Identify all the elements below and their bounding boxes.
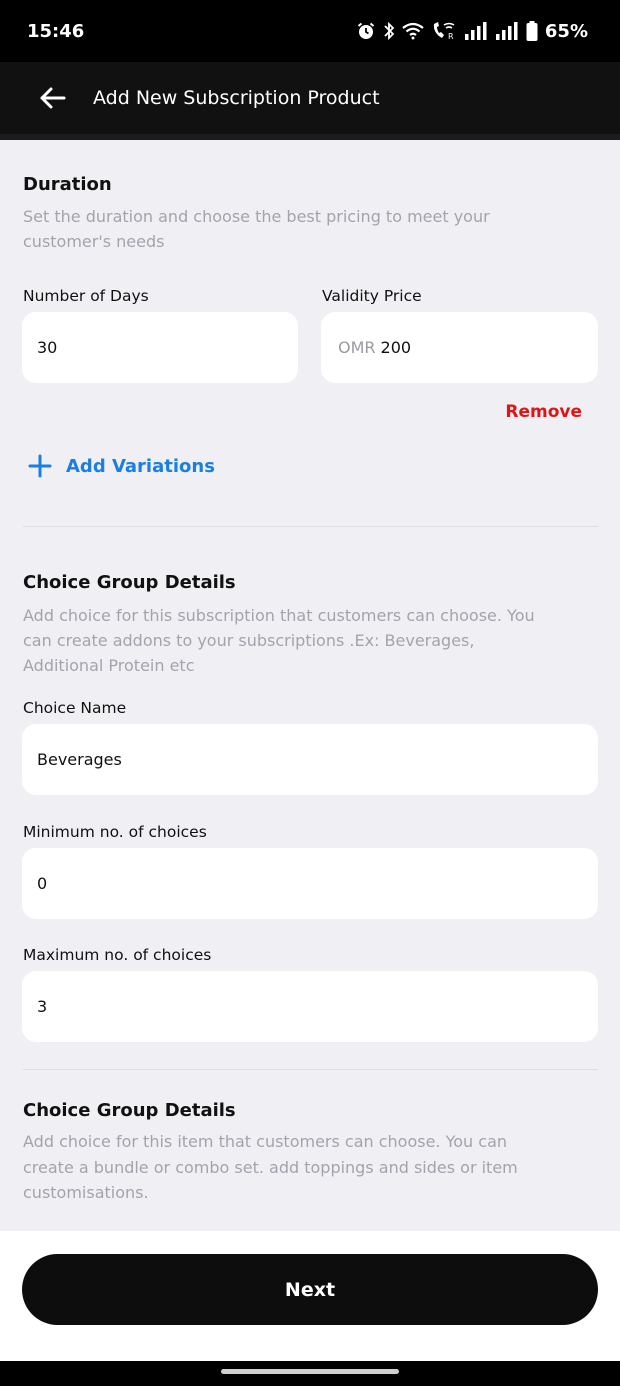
max-choices-value: 3 (37, 997, 48, 1016)
currency-prefix: OMR (338, 338, 376, 357)
divider (23, 1069, 598, 1070)
max-choices-label: Maximum no. of choices (23, 946, 212, 964)
min-choices-input[interactable]: 0 (22, 848, 598, 919)
choice-group-description-line2: can create addons to your subscriptions … (23, 631, 475, 650)
next-button[interactable]: Next (22, 1254, 598, 1325)
svg-text:R: R (448, 32, 454, 41)
duration-description-line1: Set the duration and choose the best pri… (23, 207, 490, 226)
price-input[interactable]: OMR 200 (321, 312, 598, 383)
status-time: 15:46 (27, 20, 85, 42)
duration-title: Duration (23, 174, 112, 195)
price-label: Validity Price (322, 287, 422, 305)
duration-description-line2: customer's needs (23, 232, 165, 251)
system-nav-bar (0, 1361, 620, 1386)
days-input[interactable]: 30 (22, 312, 298, 383)
back-button[interactable] (37, 83, 67, 113)
alarm-icon (356, 21, 376, 41)
choice-group-description-line2: create a bundle or combo set. add toppin… (23, 1158, 518, 1177)
choice-group-description-line1: Add choice for this item that customers … (23, 1132, 508, 1151)
status-icons: R 65% (356, 21, 588, 42)
choice-group-description-line3: Additional Protein etc (23, 656, 195, 675)
choice-group-title: Choice Group Details (23, 572, 236, 593)
signal-icon (495, 22, 519, 40)
divider (23, 526, 598, 527)
app-bar: Add New Subscription Product (0, 62, 620, 140)
wifi-icon (402, 22, 424, 40)
days-label: Number of Days (23, 287, 149, 305)
min-choices-label: Minimum no. of choices (23, 823, 207, 841)
choice-group-description-line3: customisations. (23, 1183, 149, 1202)
bluetooth-icon (383, 21, 395, 41)
add-variations-button[interactable]: Add Variations (28, 454, 215, 478)
arrow-left-icon (40, 87, 66, 109)
choice-name-value: Beverages (37, 750, 122, 769)
choice-group-title: Choice Group Details (23, 1100, 236, 1121)
status-bar: 15:46 R 65% (0, 0, 620, 62)
min-choices-value: 0 (37, 874, 48, 893)
page-title: Add New Subscription Product (93, 87, 380, 109)
add-variations-label: Add Variations (66, 455, 215, 477)
battery-percentage: 65% (544, 20, 588, 42)
choice-name-label: Choice Name (23, 699, 127, 717)
home-handle[interactable] (221, 1369, 399, 1374)
max-choices-input[interactable]: 3 (22, 971, 598, 1042)
choice-group-description-line1: Add choice for this subscription that cu… (23, 606, 535, 625)
signal-icon (464, 22, 488, 40)
plus-icon (28, 454, 52, 478)
price-value: 200 (380, 338, 412, 357)
wifi-calling-icon: R (431, 21, 457, 41)
remove-button[interactable]: Remove (505, 402, 582, 422)
battery-icon (526, 21, 538, 41)
choice-name-input[interactable]: Beverages (22, 724, 598, 795)
days-value: 30 (37, 338, 58, 357)
